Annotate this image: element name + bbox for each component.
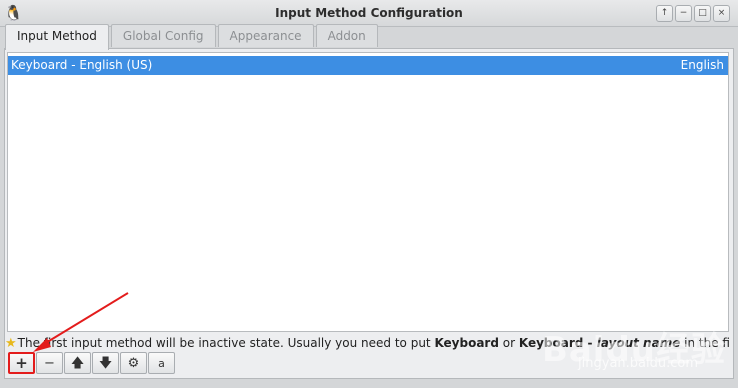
- list-item[interactable]: Keyboard - English (US) English: [8, 56, 728, 75]
- hint-prefix: The first input method will be inactive …: [17, 336, 435, 350]
- configure-button[interactable]: ⚙: [120, 352, 147, 374]
- add-input-method-button[interactable]: +: [8, 352, 35, 374]
- star-icon: ★: [5, 336, 17, 351]
- input-method-language: English: [680, 58, 724, 72]
- hint-or: or: [498, 336, 519, 350]
- window-title: Input Method Configuration: [275, 6, 463, 20]
- minimize-button[interactable]: −: [675, 5, 692, 22]
- baidu-watermark-url: jingyan.baidu.com: [578, 356, 698, 371]
- input-method-list[interactable]: Keyboard - English (US) English: [7, 52, 729, 332]
- input-method-name: Keyboard - English (US): [11, 58, 153, 72]
- keyboard-layout-button[interactable]: a: [148, 352, 175, 374]
- move-down-button[interactable]: 🡇: [92, 352, 119, 374]
- tab-appearance[interactable]: Appearance: [217, 24, 314, 47]
- remove-input-method-button[interactable]: −: [36, 352, 63, 374]
- tab-addon[interactable]: Addon: [315, 24, 378, 47]
- keep-above-button[interactable]: ↑: [656, 5, 673, 22]
- tab-input-method[interactable]: Input Method: [5, 24, 109, 50]
- hint-keyboard: Keyboard: [434, 336, 499, 350]
- maximize-button[interactable]: □: [694, 5, 711, 22]
- title-bar: 🐧 Input Method Configuration ↑ − □ ×: [0, 0, 738, 27]
- tab-bar: Input Method Global Config Appearance Ad…: [5, 24, 380, 50]
- close-button[interactable]: ×: [713, 5, 730, 22]
- list-toolbar: + − 🡅 🡇 ⚙ a: [8, 352, 175, 374]
- window-controls: ↑ − □ ×: [656, 5, 730, 22]
- move-up-button[interactable]: 🡅: [64, 352, 91, 374]
- tab-global-config[interactable]: Global Config: [110, 24, 216, 47]
